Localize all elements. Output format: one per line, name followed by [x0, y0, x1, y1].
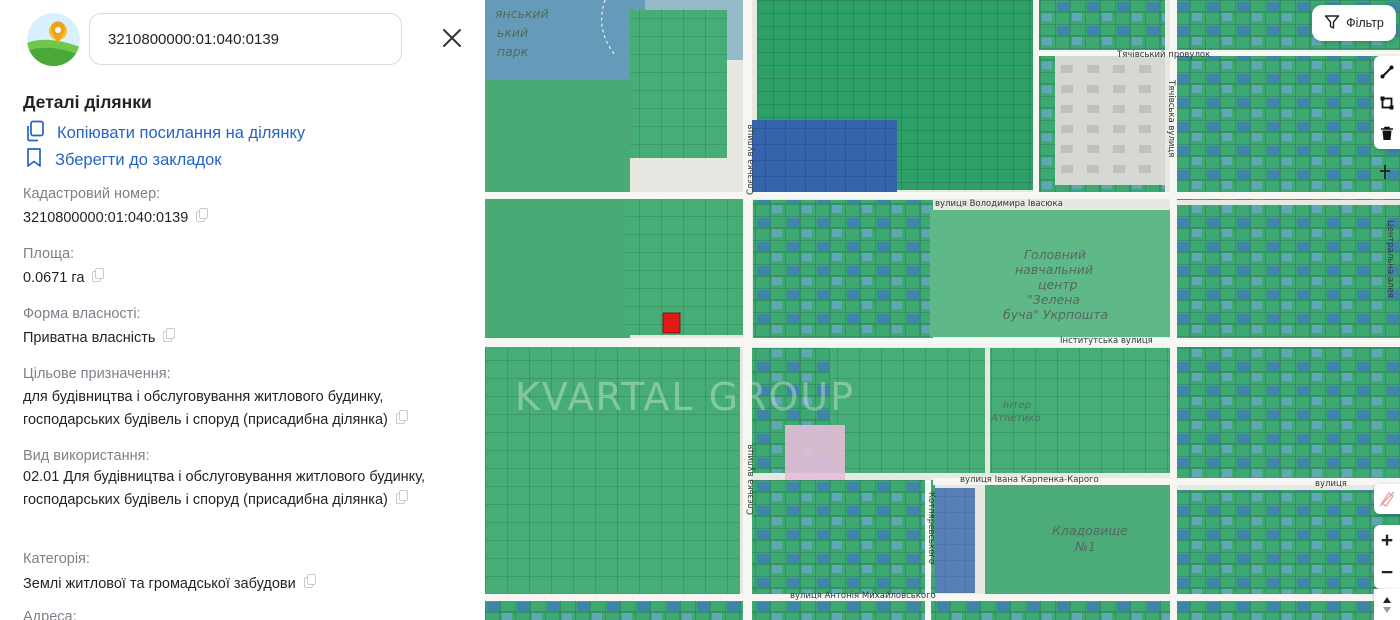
zoom-out-icon[interactable]: −	[1374, 557, 1400, 589]
cadastral-number-text: 3210800000:01:040:0139	[23, 210, 189, 226]
field-label-ownership: Форма власності:	[23, 306, 141, 322]
svg-text:"Зелена: "Зелена	[1027, 292, 1080, 307]
field-label-address: Адреса:	[23, 609, 77, 620]
copy-icon[interactable]	[303, 574, 316, 588]
svg-text:янський: янський	[495, 6, 549, 21]
usage-text: 02.01 Для будівництва і обслуговування ж…	[23, 469, 426, 508]
purpose-text: для будівництва і обслуговування житлово…	[23, 389, 388, 428]
copy-icon[interactable]	[163, 328, 176, 342]
svg-text:вулиця Івана Карпенка-Карого: вулиця Івана Карпенка-Карого	[960, 475, 1099, 485]
drawing-tools	[1374, 56, 1400, 149]
zoom-in-icon[interactable]: +	[1374, 525, 1400, 557]
north-arrow-icon[interactable]	[1374, 589, 1400, 620]
svg-text:ький: ький	[497, 25, 528, 40]
field-value-usage: 02.01 Для будівництва і обслуговування ж…	[23, 466, 448, 511]
svg-text:Інтер: Інтер	[1003, 400, 1031, 411]
filter-icon	[1324, 14, 1340, 33]
copy-icon[interactable]	[395, 489, 408, 504]
field-label-usage: Вид використання:	[23, 448, 150, 464]
field-label-purpose: Цільове призначення:	[23, 366, 171, 382]
search-value: 3210800000:01:040:0139	[108, 30, 280, 48]
svg-text:вулиця Володимира Івасюка: вулиця Володимира Івасюка	[935, 199, 1063, 209]
svg-text:Кладовище: Кладовище	[1052, 523, 1128, 538]
filter-label: Фільтр	[1346, 16, 1384, 30]
trash-icon[interactable]	[1374, 118, 1400, 149]
field-value-cadastral: 3210800000:01:040:0139	[23, 207, 463, 230]
copy-icon[interactable]	[92, 268, 105, 282]
bookmark-button[interactable]: Зберегти до закладок	[25, 147, 222, 173]
parcel-details-panel: 3210800000:01:040:0139 Деталі ділянки Ко…	[0, 0, 485, 620]
line-tool-icon[interactable]	[1374, 56, 1400, 87]
copy-link-button[interactable]: Копіювати посилання на ділянку	[25, 120, 305, 147]
copy-icon[interactable]	[395, 409, 408, 424]
filter-button[interactable]: Фільтр	[1312, 5, 1396, 41]
polygon-tool-icon[interactable]	[1374, 87, 1400, 118]
svg-text:Центральна алея: Центральна алея	[1385, 220, 1395, 298]
details-title: Деталі ділянки	[23, 92, 152, 112]
svg-text:KVARTAL GROUP: KVARTAL GROUP	[515, 375, 855, 419]
field-label-category: Категорія:	[23, 551, 90, 567]
svg-text:парк: парк	[497, 44, 529, 59]
field-value-category: Землі житлової та громадської забудови	[23, 573, 463, 596]
cadastral-map[interactable]: Тячівський провулок вулиця Володимира Ів…	[485, 0, 1400, 620]
cadastral-search-input[interactable]: 3210800000:01:040:0139	[89, 13, 402, 65]
svg-text:навчальний: навчальний	[1015, 262, 1093, 277]
field-value-ownership: Приватна власність	[23, 327, 463, 350]
app-logo-icon[interactable]	[27, 13, 80, 66]
field-label-cadastral: Кадастровий номер:	[23, 186, 161, 202]
field-value-purpose: для будівництва і обслуговування житлово…	[23, 386, 443, 431]
svg-text:Котляревського: Котляревського	[926, 492, 936, 564]
category-text: Землі житлової та громадської забудови	[23, 576, 296, 592]
ownership-text: Приватна власність	[23, 330, 156, 346]
svg-text:вулиця Антонія Михайловського: вулиця Антонія Михайловського	[790, 591, 936, 601]
map-canvas[interactable]: Тячівський провулок вулиця Володимира Ів…	[485, 0, 1400, 620]
svg-text:Інститутська вулиця: Інститутська вулиця	[1060, 336, 1153, 346]
zoom-controls: + −	[1374, 525, 1400, 589]
area-text: 0.0671 га	[23, 270, 85, 286]
svg-text:Тячівський провулок: Тячівський провулок	[1116, 50, 1210, 60]
svg-text:№1: №1	[1074, 539, 1096, 554]
bookmark-icon	[25, 147, 43, 173]
bookmark-label: Зберегти до закладок	[55, 150, 222, 169]
field-value-area: 0.0671 га	[23, 267, 463, 290]
svg-text:Слєзька вулиця: Слєзька вулиця	[746, 124, 756, 195]
svg-text:Слєзька вулиця: Слєзька вулиця	[746, 444, 756, 515]
svg-text:Атлетико: Атлетико	[990, 413, 1041, 424]
erase-icon[interactable]	[1374, 484, 1400, 514]
svg-text:буча" Укрпошта: буча" Укрпошта	[1003, 307, 1108, 322]
copy-icon[interactable]	[196, 208, 209, 222]
selected-parcel	[662, 312, 681, 334]
svg-text:центр: центр	[1038, 277, 1078, 292]
copy-link-label: Копіювати посилання на ділянку	[57, 124, 306, 142]
compass-icon	[1375, 162, 1395, 182]
close-icon[interactable]	[438, 24, 466, 52]
svg-text:Головний: Головний	[1024, 247, 1086, 262]
field-label-area: Площа:	[23, 246, 75, 262]
copy-link-icon	[25, 120, 45, 147]
svg-text:Тячівська вулиця: Тячівська вулиця	[1166, 79, 1176, 157]
svg-text:вулиця: вулиця	[1315, 479, 1347, 489]
